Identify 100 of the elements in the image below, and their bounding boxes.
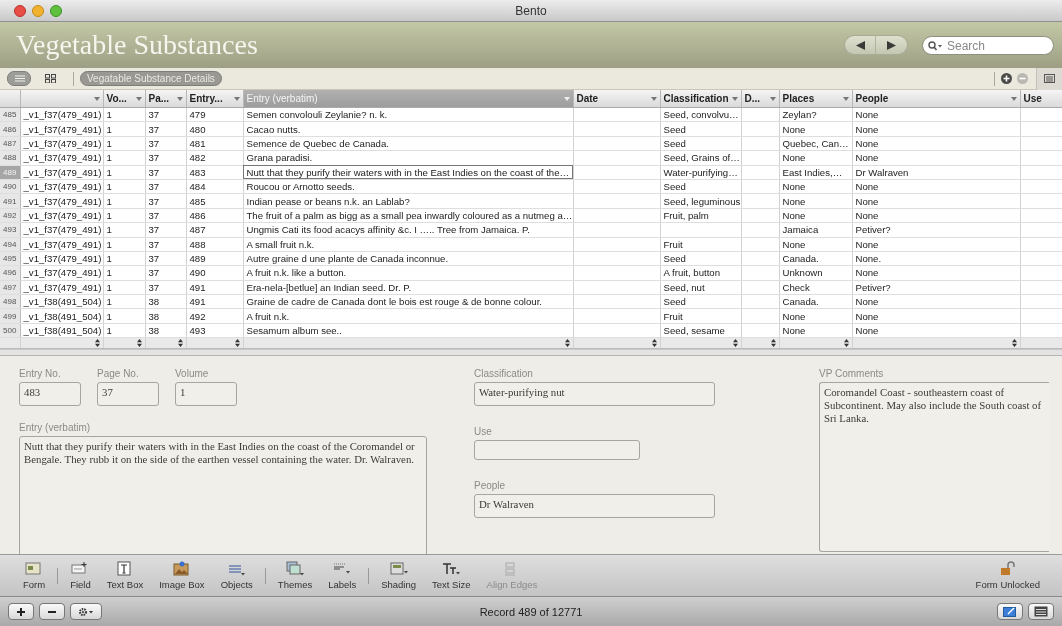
toolbar-button[interactable]: Themes — [269, 561, 321, 590]
remove-record-button[interactable] — [39, 603, 65, 620]
table-cell: Canada. — [779, 251, 852, 266]
text-field[interactable]: 483 — [19, 382, 81, 407]
window-control-icon[interactable] — [50, 4, 62, 17]
table-cell: Jamaica — [779, 222, 852, 237]
stepper-icon[interactable] — [234, 339, 240, 348]
table-cell: 481 — [186, 136, 243, 151]
table-cell: 37 — [145, 208, 186, 223]
text-area[interactable]: Coromandel Coast - southeastern coast of Subcontinent. May also include the South coast of Sri Lanka. — [819, 382, 1049, 553]
labels-icon — [333, 561, 352, 576]
text-field[interactable] — [474, 440, 640, 461]
dropdown-arrow-icon — [769, 96, 776, 101]
column-header[interactable]: D... — [741, 90, 779, 108]
gear-icon — [78, 606, 94, 617]
column-header[interactable]: Pa... — [145, 90, 186, 108]
stepper-icon[interactable] — [1011, 339, 1017, 348]
table-cell: 1 — [103, 280, 145, 295]
table-cell: None — [779, 323, 852, 338]
toolbar-button[interactable]: Shading — [373, 561, 425, 590]
table-cell: _v1_f37(479_491) — [20, 179, 103, 194]
search-field[interactable]: Search — [922, 36, 1054, 55]
stepper-icon[interactable] — [843, 339, 849, 348]
window-control-icon[interactable] — [14, 4, 26, 17]
table-cell: Cacao nutts. — [243, 121, 573, 137]
window-title: Bento — [515, 3, 547, 18]
table-view-button[interactable] — [1028, 603, 1054, 620]
column-header[interactable]: Date — [573, 90, 660, 108]
table-cell: None — [852, 237, 1020, 252]
table-cell: 1 — [103, 165, 145, 180]
stepper-icon[interactable] — [136, 339, 142, 348]
add-icon[interactable] — [1001, 73, 1012, 84]
column-header[interactable]: Places — [779, 90, 852, 108]
column-header[interactable]: Use — [1020, 90, 1062, 108]
dropdown-arrow-icon — [731, 96, 738, 101]
stepper-icon[interactable] — [770, 339, 776, 348]
stepper-icon[interactable] — [564, 339, 570, 348]
shading-icon — [389, 561, 408, 576]
image-box-icon — [172, 561, 191, 576]
column-header[interactable]: Classification — [660, 90, 741, 108]
table-cell: Seed — [660, 294, 741, 309]
table-cell: None — [852, 323, 1020, 338]
text-field[interactable]: Dr Walraven — [474, 494, 715, 519]
column-header[interactable]: Vo... — [103, 90, 145, 108]
table-cell: _v1_f37(479_491) — [20, 280, 103, 295]
table-cell: 38 — [145, 323, 186, 338]
field-label: Page No. — [97, 368, 140, 380]
stepper-icon[interactable] — [177, 339, 183, 348]
table-cell: Dr Walraven — [852, 165, 1020, 180]
table-cell: 490 — [186, 265, 243, 281]
dropdown-arrow-icon — [176, 96, 183, 101]
toolbar-button[interactable]: Text Box — [98, 561, 152, 590]
table-cell: 486 — [186, 208, 243, 223]
table-cell: 1 — [103, 121, 145, 137]
table-cell: 488 — [186, 237, 243, 252]
toolbar-button[interactable]: Objects — [212, 561, 261, 590]
table-cell: Ungmis Cati its food acacys affinity &c. I ….. Tree from Jamaica. P. — [243, 222, 573, 237]
text-field[interactable]: 37 — [97, 382, 159, 407]
text-field[interactable]: Water-purifying nut — [474, 382, 715, 407]
table-cell: 37 — [145, 265, 186, 281]
table-cell: _v1_f37(479_491) — [20, 107, 103, 122]
table-cell: Fruit — [660, 308, 741, 324]
next-button[interactable] — [876, 35, 908, 55]
table-cell: Seed — [660, 251, 741, 266]
table-cell: Seed, Grains of… — [660, 150, 741, 166]
stepper-icon[interactable] — [94, 339, 100, 348]
toolbar-button[interactable]: Field — [62, 561, 99, 590]
table-cell: _v1_f37(479_491) — [20, 193, 103, 209]
lock-button[interactable]: Form Unlocked — [967, 561, 1048, 590]
toolbar-button[interactable]: Form — [15, 561, 54, 590]
table-cell: None — [852, 294, 1020, 309]
table-cell: A fruit, button — [660, 265, 741, 281]
table-cell: None — [852, 193, 1020, 209]
list-view-button[interactable] — [7, 71, 31, 86]
table-cell: None — [779, 237, 852, 252]
table-cell: Autre graine d une plante de Canada inconnue. — [243, 251, 573, 266]
record-counter: Record 489 of 12771 — [479, 605, 583, 618]
action-menu-button[interactable] — [70, 603, 102, 620]
toolbar-button[interactable]: Labels — [320, 561, 365, 590]
text-box-icon — [116, 561, 134, 576]
table-cell: 38 — [145, 308, 186, 324]
table-cell: _v1_f37(479_491) — [20, 136, 103, 151]
edit-button[interactable] — [997, 603, 1023, 620]
field-label: Volume — [175, 368, 210, 380]
text-field[interactable]: 1 — [175, 382, 237, 407]
table-cell: 37 — [145, 121, 186, 137]
stepper-icon[interactable] — [651, 339, 657, 348]
toolbar-button[interactable]: Text Size — [424, 561, 479, 590]
table-cell: Quebec, Can… — [779, 136, 852, 151]
column-header[interactable]: Entry... — [186, 90, 243, 108]
text-area[interactable]: Nutt that they purify their waters with in the East Indies on the coast of the Coromandel or Bengale. They rubb it on the side of the earthen vessel containing the water. Dr. Walraven. — [19, 436, 427, 554]
stepper-icon[interactable] — [732, 339, 738, 348]
table-cell: 1 — [103, 251, 145, 266]
add-record-button[interactable] — [8, 603, 34, 620]
table-cell: Roucou or Arnotto seeds. — [243, 179, 573, 194]
previous-button[interactable] — [844, 35, 876, 55]
column-header[interactable]: People — [852, 90, 1020, 108]
table-cell: Semen convolouli Zeylanie? n. k. — [243, 107, 573, 122]
panel-button[interactable] — [1036, 67, 1062, 90]
toolbar-button[interactable]: Image Box — [151, 561, 213, 590]
